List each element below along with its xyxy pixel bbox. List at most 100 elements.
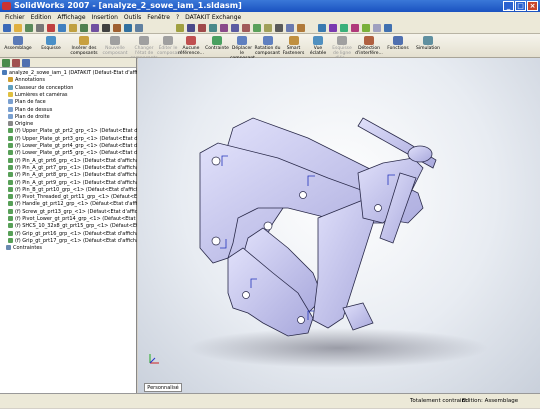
part-icon: [8, 179, 13, 185]
toolbar-tool-icon[interactable]: [297, 24, 305, 32]
tree-item[interactable]: (f) Upper_Plate_gt_prt3_grp_<1> (Défaut<…: [0, 135, 137, 143]
feature-tree-tab-icon[interactable]: [2, 59, 10, 67]
command-esquisse[interactable]: Esquisse: [35, 36, 67, 57]
toolbar-tool-icon[interactable]: [362, 24, 370, 32]
menu-edit[interactable]: Edition: [28, 14, 55, 21]
toolbar-tool-icon[interactable]: [329, 24, 337, 32]
toolbar-tool-icon[interactable]: [3, 24, 11, 32]
tree-item[interactable]: (f) Pin_A_gt_prt8_grp_<1> (Défaut<Etat d…: [0, 172, 137, 179]
tree-item[interactable]: Plan de droite: [0, 113, 137, 121]
feature-icon: [6, 245, 11, 251]
toolbar-tool-icon[interactable]: [36, 24, 44, 32]
tree-item[interactable]: (f) Upper_Plate_gt_prt2_grp_<1> (Défaut<…: [0, 128, 137, 135]
tree-item[interactable]: (f) Lower_Plate_gt_prt5_grp_<1> (Défaut<…: [0, 150, 137, 157]
command-d-placer-le-composant[interactable]: Déplacer le composant: [230, 36, 255, 61]
toolbar-tool-icon[interactable]: [80, 24, 88, 32]
property-tab-icon[interactable]: [12, 59, 20, 67]
command-changer-l-tat-de-composants[interactable]: Changer l'état de composants: [130, 36, 158, 61]
tree-item[interactable]: Lumières et caméras: [0, 91, 137, 99]
menu-tools[interactable]: Outils: [121, 14, 144, 21]
command-icon: [237, 36, 247, 45]
tree-item[interactable]: (f) Pivot_Threaded_gt_prt11_grp_<1> (Déf…: [0, 194, 137, 201]
tree-item[interactable]: (f) Pin_A_gt_prt9_grp_<1> (Défaut<Etat d…: [0, 179, 137, 187]
menu-window[interactable]: Fenêtre: [144, 14, 173, 21]
menu-file[interactable]: Fichier: [2, 14, 28, 21]
command-rotation-du-composant[interactable]: Rotation du composant: [254, 36, 281, 57]
toolbar-tool-icon[interactable]: [14, 24, 22, 32]
toolbar-tool-icon[interactable]: [176, 24, 184, 32]
graphics-area[interactable]: [138, 58, 540, 393]
toolbar-tool-icon[interactable]: [135, 24, 143, 32]
command-ins-rer-des-composants[interactable]: Insérer des composants: [68, 36, 100, 57]
tree-item[interactable]: Annotations: [0, 77, 137, 84]
command-aucune-r-f-rence[interactable]: Aucune référence...: [178, 36, 204, 57]
menu-help[interactable]: ?: [173, 14, 182, 21]
toolbar-tool-icon[interactable]: [113, 24, 121, 32]
tree-item-label: Annotations: [15, 77, 46, 84]
toolbar-tool-icon[interactable]: [187, 24, 195, 32]
tree-item[interactable]: (f) Handle_gt_prt12_grp_<1> (Défaut<Etat…: [0, 201, 137, 208]
tree-item[interactable]: (f) Pin_A_gt_prt7_grp_<1> (Défaut<Etat d…: [0, 164, 137, 172]
toolbar-tool-icon[interactable]: [373, 24, 381, 32]
close-button[interactable]: ×: [527, 1, 538, 11]
toolbar-tool-icon[interactable]: [253, 24, 261, 32]
toolbar-tool-icon[interactable]: [275, 24, 283, 32]
command-fonctions[interactable]: Fonctions: [384, 36, 412, 57]
toolbar-tool-icon[interactable]: [220, 24, 228, 32]
tree-item[interactable]: Classeur de conception: [0, 84, 137, 92]
minimize-button[interactable]: _: [503, 1, 514, 11]
toolbar-tool-icon[interactable]: [264, 24, 272, 32]
toolbar-tool-icon[interactable]: [58, 24, 66, 32]
menu-datakit[interactable]: DATAKIT Exchange: [182, 14, 244, 21]
part-icon: [8, 237, 13, 243]
toolbar-tool-icon[interactable]: [69, 24, 77, 32]
tree-item[interactable]: Plan de face: [0, 99, 137, 106]
command-nouvelle-composant[interactable]: Nouvelle composant: [100, 36, 130, 57]
config-tab-icon[interactable]: [22, 59, 30, 67]
command-assemblage[interactable]: Assemblage: [2, 36, 34, 57]
toolbar-tool-icon[interactable]: [124, 24, 132, 32]
toolbar-tool-icon[interactable]: [384, 24, 392, 32]
menu-insert[interactable]: Insertion: [89, 14, 121, 21]
reference-triad: [147, 352, 161, 368]
command-esquisse-de-ligne-d-c[interactable]: Esquisse de ligne d'éc...: [330, 36, 354, 61]
tree-item[interactable]: (f) Pin_A_gt_prt6_grp_<1> (Défaut<Etat d…: [0, 157, 137, 165]
tree-item[interactable]: (f) SHCS_10_32x8_gt_prt15_grp_<1> (Défau…: [0, 223, 137, 230]
toolbar-tool-icon[interactable]: [102, 24, 110, 32]
tree-item[interactable]: Contraintes: [0, 245, 137, 252]
tree-item[interactable]: (f) Pin_B_gt_prt10_grp_<1> (Défaut<Etat …: [0, 186, 137, 194]
command-diter-le-composant[interactable]: Éditer le composant: [157, 36, 182, 57]
toolbar-tool-icon[interactable]: [25, 24, 33, 32]
tree-item[interactable]: (f) Grip_gt_prt16_grp_<1> (Défaut<Etat d…: [0, 230, 137, 238]
command-contrainte[interactable]: Contrainte: [204, 36, 230, 57]
command-vue-clat-e[interactable]: Vue éclatée: [306, 36, 330, 57]
toolbar-tool-icon[interactable]: [198, 24, 206, 32]
command-simulation[interactable]: Simulation: [414, 36, 442, 57]
toolbar-tool-icon[interactable]: [47, 24, 55, 32]
tree-item[interactable]: (f) Lower_Plate_gt_prt4_grp_<1> (Défaut<…: [0, 143, 137, 150]
part-icon: [8, 135, 13, 141]
configuration-tab[interactable]: Personnalisé: [144, 383, 182, 392]
menu-view[interactable]: Affichage: [54, 14, 88, 21]
toolbar-tool-icon[interactable]: [286, 24, 294, 32]
tree-item[interactable]: Origine: [0, 121, 137, 128]
toolbar-tool-icon[interactable]: [242, 24, 250, 32]
command-icon: [110, 36, 120, 45]
command-smart-fasteners[interactable]: Smart Fasteners: [281, 36, 306, 57]
tree-item[interactable]: (f) Screw_gt_prt13_grp_<1> (Défaut<Etat …: [0, 208, 137, 216]
tree-item[interactable]: Plan de dessus: [0, 106, 137, 114]
toolbar-tool-icon[interactable]: [91, 24, 99, 32]
toolbar-tool-icon[interactable]: [231, 24, 239, 32]
feature-icon: [8, 84, 13, 90]
toolbar-tool-icon[interactable]: [340, 24, 348, 32]
command-d-tection-d-interf-re[interactable]: Détection d'interfére...: [354, 36, 384, 57]
tree-item[interactable]: (f) Grip_gt_prt17_grp_<1> (Défaut<Etat d…: [0, 237, 137, 245]
part-icon: [8, 216, 13, 221]
tree-item[interactable]: (f) Pivot_Lower_gt_prt14_grp_<1> (Défaut…: [0, 216, 137, 223]
toolbar-tool-icon[interactable]: [318, 24, 326, 32]
command-icon: [262, 36, 273, 45]
tree-root[interactable]: analyze_2_sowe_iam_1 (DATAKIT (Défaut-Et…: [0, 70, 137, 77]
toolbar-tool-icon[interactable]: [351, 24, 359, 32]
toolbar-tool-icon[interactable]: [209, 24, 217, 32]
maximize-button[interactable]: □: [515, 1, 526, 11]
